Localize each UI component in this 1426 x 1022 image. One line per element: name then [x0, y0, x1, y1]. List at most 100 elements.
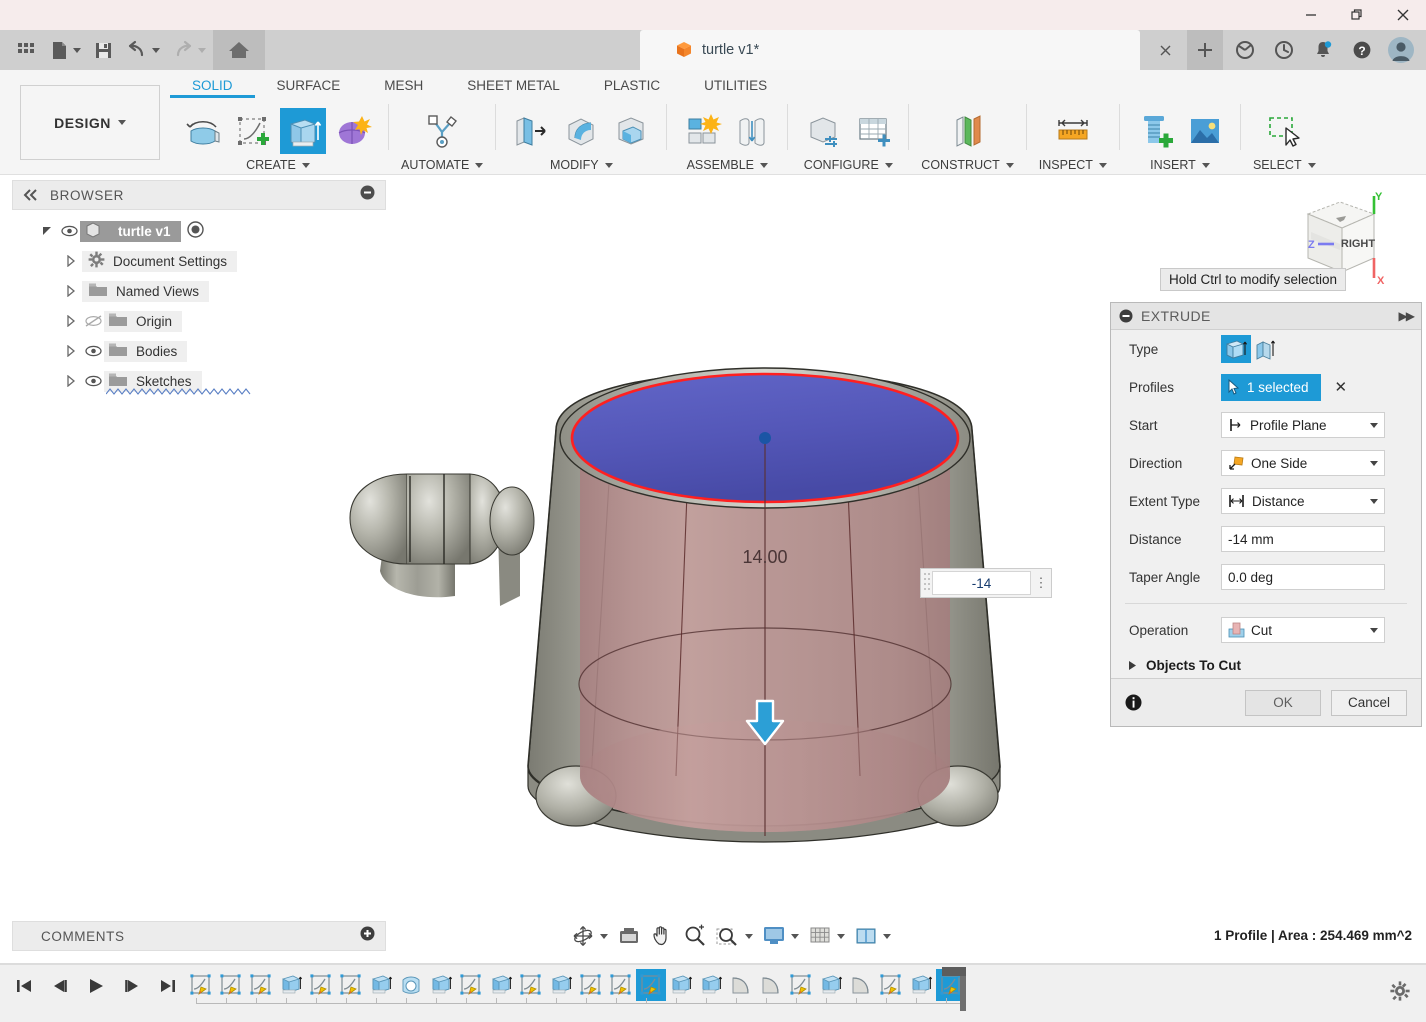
viewports-icon[interactable] — [851, 922, 894, 950]
tab-sheet-metal[interactable]: SHEET METAL — [445, 74, 582, 98]
step-forward-icon[interactable] — [122, 975, 142, 997]
chevron-down-icon[interactable] — [1370, 460, 1378, 466]
tree-expand-arrow[interactable] — [60, 285, 82, 297]
chevron-down-icon[interactable] — [1370, 422, 1378, 428]
timeline-end-flag[interactable] — [942, 967, 966, 976]
redo-dropdown-caret[interactable] — [198, 47, 206, 53]
timeline-feature-extrude[interactable] — [366, 969, 396, 1001]
step-back-icon[interactable] — [50, 975, 70, 997]
drag-handle-icon[interactable] — [922, 570, 932, 596]
timeline-feature-sketch[interactable] — [306, 969, 336, 1001]
timeline-feature-extrude[interactable] — [486, 969, 516, 1001]
help-icon[interactable]: ? — [1345, 33, 1379, 67]
tree-item-document-settings[interactable]: Document Settings — [12, 246, 386, 276]
redo-icon[interactable] — [167, 33, 211, 67]
undo-dropdown-caret[interactable] — [152, 47, 160, 53]
extrude-taper-input[interactable]: 0.0 deg — [1221, 564, 1385, 590]
timeline-feature-sketch[interactable] — [576, 969, 606, 1001]
chevron-down-icon[interactable] — [837, 933, 845, 939]
timeline-settings-gear-icon[interactable] — [1390, 981, 1410, 1006]
ribbon-group-construct-label[interactable]: CONSTRUCT — [921, 158, 1014, 172]
tree-expand-arrow[interactable] — [60, 345, 82, 357]
zoom-icon[interactable] — [680, 922, 710, 950]
profiles-clear-icon[interactable]: ✕ — [1335, 378, 1348, 396]
timeline-feature-sketch[interactable] — [876, 969, 906, 1001]
timeline-feature-sketch[interactable] — [786, 969, 816, 1001]
ribbon-group-create-label[interactable]: CREATE — [246, 158, 310, 172]
timeline-feature-extrude[interactable] — [546, 969, 576, 1001]
ribbon-group-assemble-label[interactable]: ASSEMBLE — [687, 158, 768, 172]
pan-icon[interactable] — [647, 922, 677, 950]
expand-triangle-icon[interactable] — [1127, 660, 1138, 671]
tree-item-named-views[interactable]: Named Views — [12, 276, 386, 306]
timeline-feature-fillet[interactable] — [756, 969, 786, 1001]
chevron-down-icon[interactable] — [301, 162, 310, 168]
distance-mini-input[interactable]: -14 ⋮ — [920, 568, 1052, 598]
undo-icon[interactable] — [121, 33, 165, 67]
browser-collapse-icon[interactable] — [360, 185, 375, 205]
timeline-feature-extrude[interactable] — [276, 969, 306, 1001]
new-tab-icon[interactable] — [1187, 30, 1223, 70]
ribbon-group-configure-label[interactable]: CONFIGURE — [804, 158, 893, 172]
timeline-feature-extrude[interactable] — [426, 969, 456, 1001]
maximize-restore-icon[interactable] — [1334, 0, 1380, 30]
tab-solid[interactable]: SOLID — [170, 74, 255, 98]
comments-panel-header[interactable]: COMMENTS — [12, 921, 386, 951]
fit-icon[interactable] — [713, 922, 756, 950]
chevron-down-icon[interactable] — [759, 162, 768, 168]
form-icon[interactable] — [330, 108, 376, 154]
collapse-icon[interactable] — [1119, 309, 1133, 323]
timeline-feature-sketch[interactable] — [246, 969, 276, 1001]
chevron-down-icon[interactable] — [1005, 162, 1014, 168]
visibility-eye-icon[interactable] — [82, 345, 104, 357]
minimize-icon[interactable] — [1288, 0, 1334, 30]
design-workspace-selector[interactable]: DESIGN — [20, 85, 160, 160]
visibility-eye-icon[interactable] — [58, 225, 80, 237]
document-tab-close-icon[interactable] — [1148, 33, 1182, 67]
collapse-left-icon[interactable] — [23, 189, 39, 201]
distance-mini-field[interactable]: -14 — [932, 571, 1031, 595]
chevron-down-icon[interactable] — [791, 933, 799, 939]
save-icon[interactable] — [88, 33, 119, 67]
extensions-icon[interactable] — [1228, 33, 1262, 67]
chevron-down-icon[interactable] — [1370, 627, 1378, 633]
timeline-feature-extrude[interactable] — [696, 969, 726, 1001]
timeline-feature-extrude[interactable] — [816, 969, 846, 1001]
tab-plastic[interactable]: PLASTIC — [582, 74, 682, 98]
configure-table-icon[interactable] — [850, 108, 896, 154]
profiles-selection-chip[interactable]: 1 selected — [1221, 373, 1321, 401]
tree-root-chip[interactable]: turtle v1 — [80, 220, 181, 242]
shell-icon[interactable] — [608, 108, 654, 154]
timeline-feature-fillet[interactable] — [726, 969, 756, 1001]
timeline-feature-sketch[interactable] — [606, 969, 636, 1001]
chevron-down-icon[interactable] — [1098, 162, 1107, 168]
app-grid-icon[interactable] — [10, 33, 42, 67]
chevron-down-icon[interactable] — [600, 933, 608, 939]
tree-expand-arrow[interactable] — [60, 315, 82, 327]
tree-expand-arrow[interactable] — [60, 375, 82, 387]
tab-mesh[interactable]: MESH — [362, 74, 445, 98]
timeline-feature-sketch[interactable] — [186, 969, 216, 1001]
info-icon[interactable] — [1125, 694, 1142, 711]
configure-icon[interactable] — [800, 108, 846, 154]
mini-input-menu-icon[interactable]: ⋮ — [1031, 575, 1051, 591]
timeline-feature-sketch[interactable] — [216, 969, 246, 1001]
select-icon[interactable] — [1261, 108, 1307, 154]
extrude-dialog-header[interactable]: EXTRUDE ▶▶ — [1111, 303, 1421, 330]
visibility-eye-hidden-icon[interactable] — [82, 314, 104, 328]
display-settings-icon[interactable] — [759, 922, 802, 950]
ribbon-group-automate-label[interactable]: AUTOMATE — [401, 158, 484, 172]
extrude-direction-select[interactable]: One Side — [1221, 450, 1385, 476]
tree-item-origin[interactable]: Origin — [12, 306, 386, 336]
extrude-icon[interactable] — [280, 108, 326, 154]
measure-icon[interactable] — [1050, 108, 1096, 154]
file-dropdown-caret[interactable] — [73, 47, 81, 53]
extrude-operation-select[interactable]: Cut — [1221, 617, 1385, 643]
press-pull-icon[interactable] — [508, 108, 554, 154]
ribbon-group-modify-label[interactable]: MODIFY — [550, 158, 613, 172]
chevron-down-icon[interactable] — [1307, 162, 1316, 168]
timeline-feature-sketch[interactable] — [456, 969, 486, 1001]
new-component-icon[interactable] — [679, 108, 725, 154]
timeline-feature-extrude[interactable] — [906, 969, 936, 1001]
tree-expand-arrow[interactable] — [60, 255, 82, 267]
